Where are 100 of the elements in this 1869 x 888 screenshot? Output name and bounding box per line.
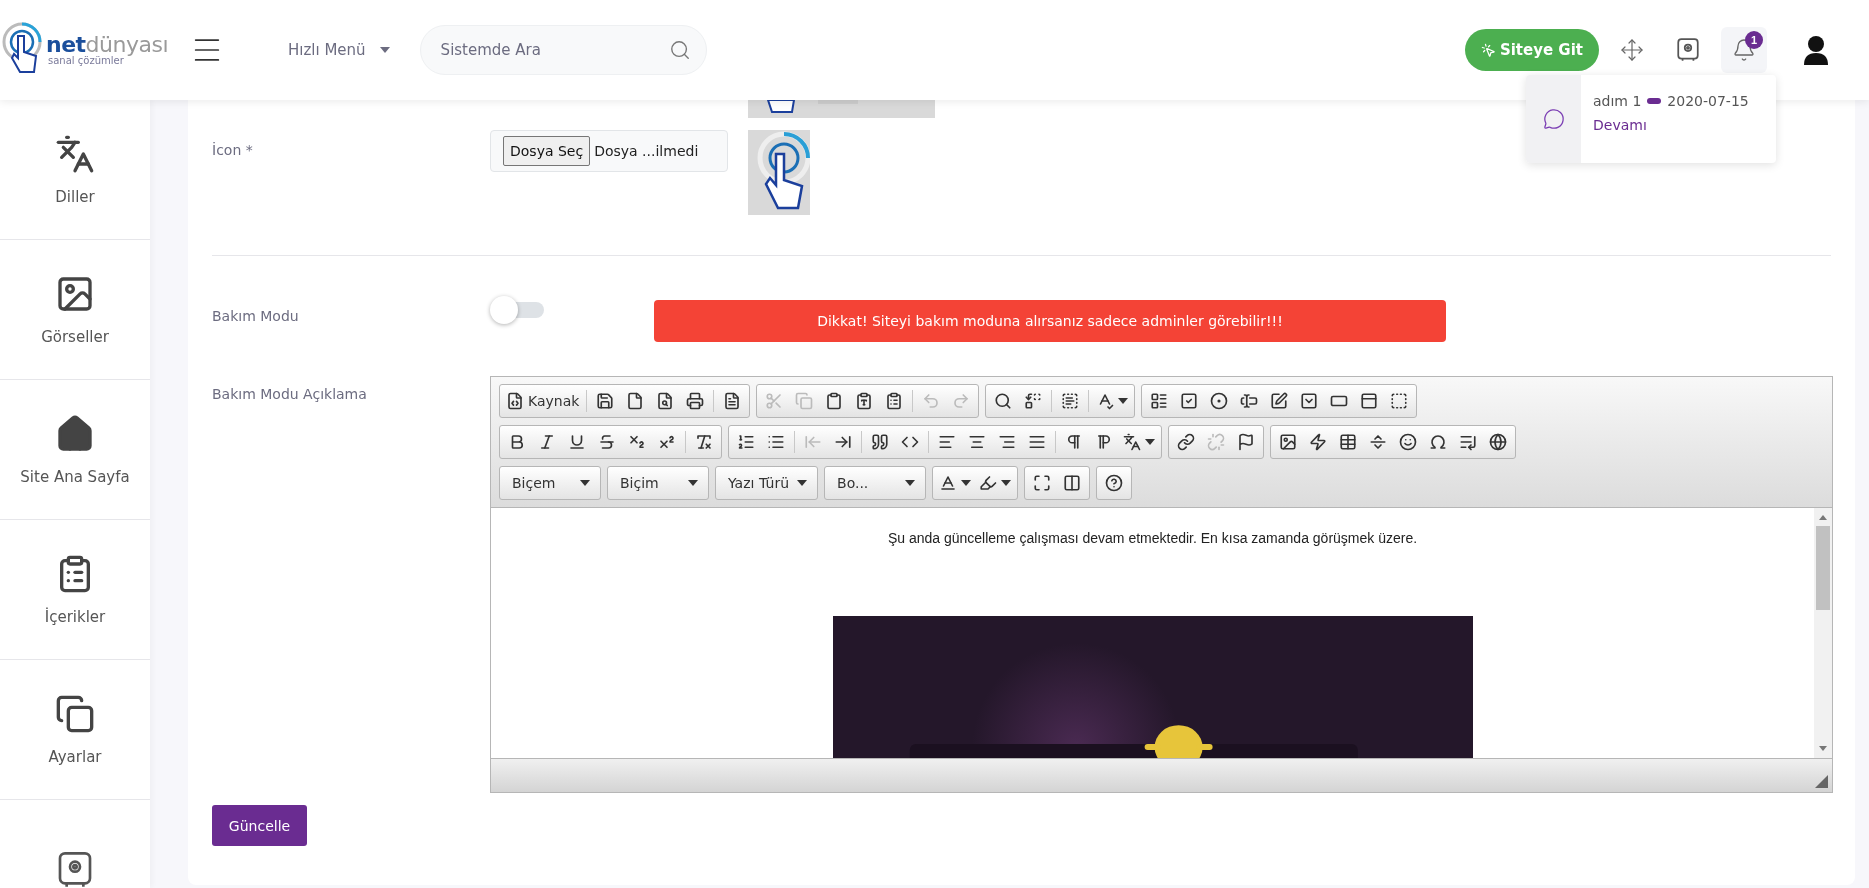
source-code-icon [506,392,524,410]
toolbar-dropdown[interactable]: Biçim [610,467,706,499]
toolbar-dropdown[interactable]: Biçem [502,467,598,499]
select-field-icon [1300,392,1319,410]
sidebar-item[interactable]: Ayarlar [0,660,150,800]
text-area-icon [1270,392,1289,410]
sidebar-item[interactable]: İçerikler [0,520,150,660]
select-all-icon [1061,392,1080,410]
sidebar-item[interactable]: Site Ana Sayfa [0,380,150,520]
clipboard-text-icon [855,392,874,410]
file-status: Dosya ...ilmedi [594,143,699,159]
radio-icon [1210,392,1229,410]
horizontal-rule-icon [1369,433,1387,451]
pointer-click-icon [1480,42,1496,58]
file-input[interactable]: Dosya Seç Dosya ...ilmedi [490,130,728,172]
sidebar-item[interactable]: Diller [0,100,150,240]
caret-icon [1145,439,1155,445]
indent-icon [834,433,852,451]
lightning-icon [1309,433,1327,451]
maintenance-toggle[interactable] [490,296,544,324]
notification-date: 2020-07-15 [1667,93,1749,109]
globe-icon [1489,433,1507,451]
pilcrow-icon [1065,433,1083,451]
superscript-icon [658,433,676,451]
choose-file-button[interactable]: Dosya Seç [503,136,591,166]
toolbar-dropdown[interactable]: Yazı Türü [718,467,816,499]
read-more-link[interactable]: Devamı [1593,117,1749,133]
bulleted-list-icon [767,433,785,451]
link-icon [1177,433,1195,451]
home-icon [55,413,95,454]
caret-icon [379,47,390,53]
document-icon [723,392,742,410]
align-left-icon [938,433,956,451]
align-right-icon [998,433,1016,451]
sidebar-item[interactable]: Görseller [0,240,150,380]
highlighter-icon [979,474,998,492]
form-icon [1150,392,1169,410]
icon-label: İcon * [212,141,254,160]
caret-icon [961,480,972,486]
replace-icon [1024,392,1043,410]
remove-format-icon [695,433,713,451]
checkbox-icon [1180,392,1199,410]
hidden-field-icon [1390,392,1409,410]
user-silhouette-icon [1803,35,1829,65]
notifications-button[interactable]: 1 [1721,27,1767,73]
safe-icon [1675,37,1701,63]
quote-icon [871,433,889,451]
subscript-icon [628,433,646,451]
notification-title: adım 1 [1593,93,1642,109]
stacked-windows-icon [55,693,95,734]
scrollbar[interactable] [1814,508,1832,758]
caret-icon [580,480,590,486]
clipboard-list-icon [885,392,904,410]
resize-grip-icon[interactable] [1815,775,1828,788]
maximize-icon [1033,474,1052,492]
strikethrough-icon [598,433,616,451]
caret-icon [1118,398,1129,404]
redo-icon [952,392,971,410]
page-break-icon [1459,433,1477,451]
translate-icon [55,133,95,174]
toolbar-button[interactable]: Kaynak [502,387,584,415]
show-blocks-icon [1063,474,1082,492]
logo-name: netdünyası [46,34,169,56]
image-icon [1279,433,1297,451]
align-center-icon [968,433,986,451]
table-icon [1339,433,1357,451]
copy-icon [795,392,814,410]
caret-icon [797,480,808,486]
caret-icon [1001,480,1012,486]
justify-icon [1028,433,1046,451]
omega-icon [1429,433,1447,451]
save-icon [596,392,615,410]
maintenance-label: Bakım Modu [212,307,300,326]
search-field[interactable]: Sistemde Ara [419,25,707,75]
caret-icon [905,480,916,486]
underline-icon [568,433,586,451]
smiley-icon [1399,433,1417,451]
speech-bubble-icon [1542,108,1565,130]
text-color-icon [939,474,958,492]
scissors-icon [765,392,784,410]
notification-count: 1 [1745,31,1763,49]
toolbar-dropdown[interactable]: Bo... [827,467,924,499]
language-icon [1123,433,1141,451]
text-field-icon [1240,392,1259,410]
rich-text-editor[interactable]: Kaynak Biçem Biçim Yazı Türü Bo... Şu anda güncelleme çalışması devam etmektedir. En kısa zamanda görüşmek üzere. [490,376,1833,793]
search-icon [994,392,1013,410]
update-button[interactable]: Güncelle [212,805,307,846]
outdent-icon [804,433,822,451]
blank-page-icon [626,392,645,410]
caret-icon [688,480,698,486]
unlink-icon [1207,433,1225,451]
print-icon [686,392,705,410]
logo-tagline: sanal çözümler [47,56,124,66]
pilcrow-icon [1095,433,1113,451]
bell-icon [1732,38,1756,62]
quick-menu-dropdown[interactable]: Hızlı Menü [288,41,390,59]
italic-icon [538,433,556,451]
move-arrows-icon [1620,38,1644,62]
help-icon [1105,474,1124,492]
numbered-list-icon [737,433,755,451]
